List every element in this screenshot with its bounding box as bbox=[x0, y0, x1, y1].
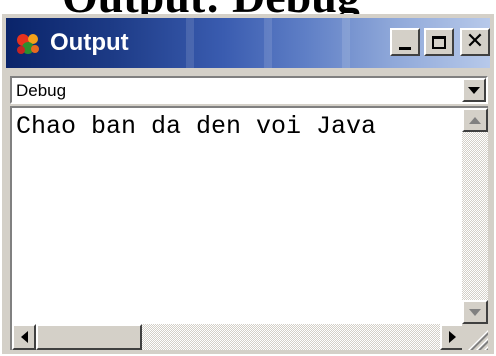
horizontal-scrollbar[interactable] bbox=[12, 324, 464, 350]
title-bar-stripe bbox=[186, 18, 194, 68]
arrow-down-icon bbox=[469, 308, 481, 316]
window-title: Output bbox=[50, 29, 129, 56]
output-type-value: Debug bbox=[16, 81, 67, 100]
maximize-icon bbox=[432, 35, 446, 49]
grip-line bbox=[466, 327, 488, 350]
horizontal-scroll-thumb[interactable] bbox=[36, 324, 142, 350]
title-bar[interactable]: Output ✕ bbox=[6, 18, 490, 68]
arrow-up-icon bbox=[469, 116, 481, 124]
coffee-cup-icon bbox=[17, 34, 39, 54]
minimize-button[interactable] bbox=[390, 28, 420, 56]
resize-grip[interactable] bbox=[462, 324, 488, 350]
title-bar-stripe bbox=[264, 18, 272, 68]
arrow-left-icon bbox=[20, 331, 28, 343]
close-icon: ✕ bbox=[465, 29, 485, 54]
output-window: Output ✕ Debug Chao ban da den voi Java bbox=[2, 14, 494, 354]
title-bar-stripe bbox=[342, 18, 350, 68]
output-text: Chao ban da den voi Java bbox=[16, 112, 377, 141]
vertical-scrollbar[interactable] bbox=[462, 108, 488, 324]
scroll-left-button[interactable] bbox=[12, 324, 36, 350]
dropdown-button[interactable] bbox=[462, 78, 486, 102]
output-type-select[interactable]: Debug bbox=[10, 76, 488, 104]
scroll-right-button[interactable] bbox=[440, 324, 464, 350]
close-button[interactable]: ✕ bbox=[460, 28, 490, 56]
scroll-up-button[interactable] bbox=[462, 108, 488, 132]
arrow-right-icon bbox=[448, 331, 456, 343]
scroll-down-button[interactable] bbox=[462, 300, 488, 324]
chevron-down-icon bbox=[468, 86, 480, 94]
maximize-button[interactable] bbox=[424, 28, 454, 56]
minimize-icon bbox=[399, 46, 411, 50]
output-text-area[interactable]: Chao ban da den voi Java bbox=[10, 106, 488, 350]
